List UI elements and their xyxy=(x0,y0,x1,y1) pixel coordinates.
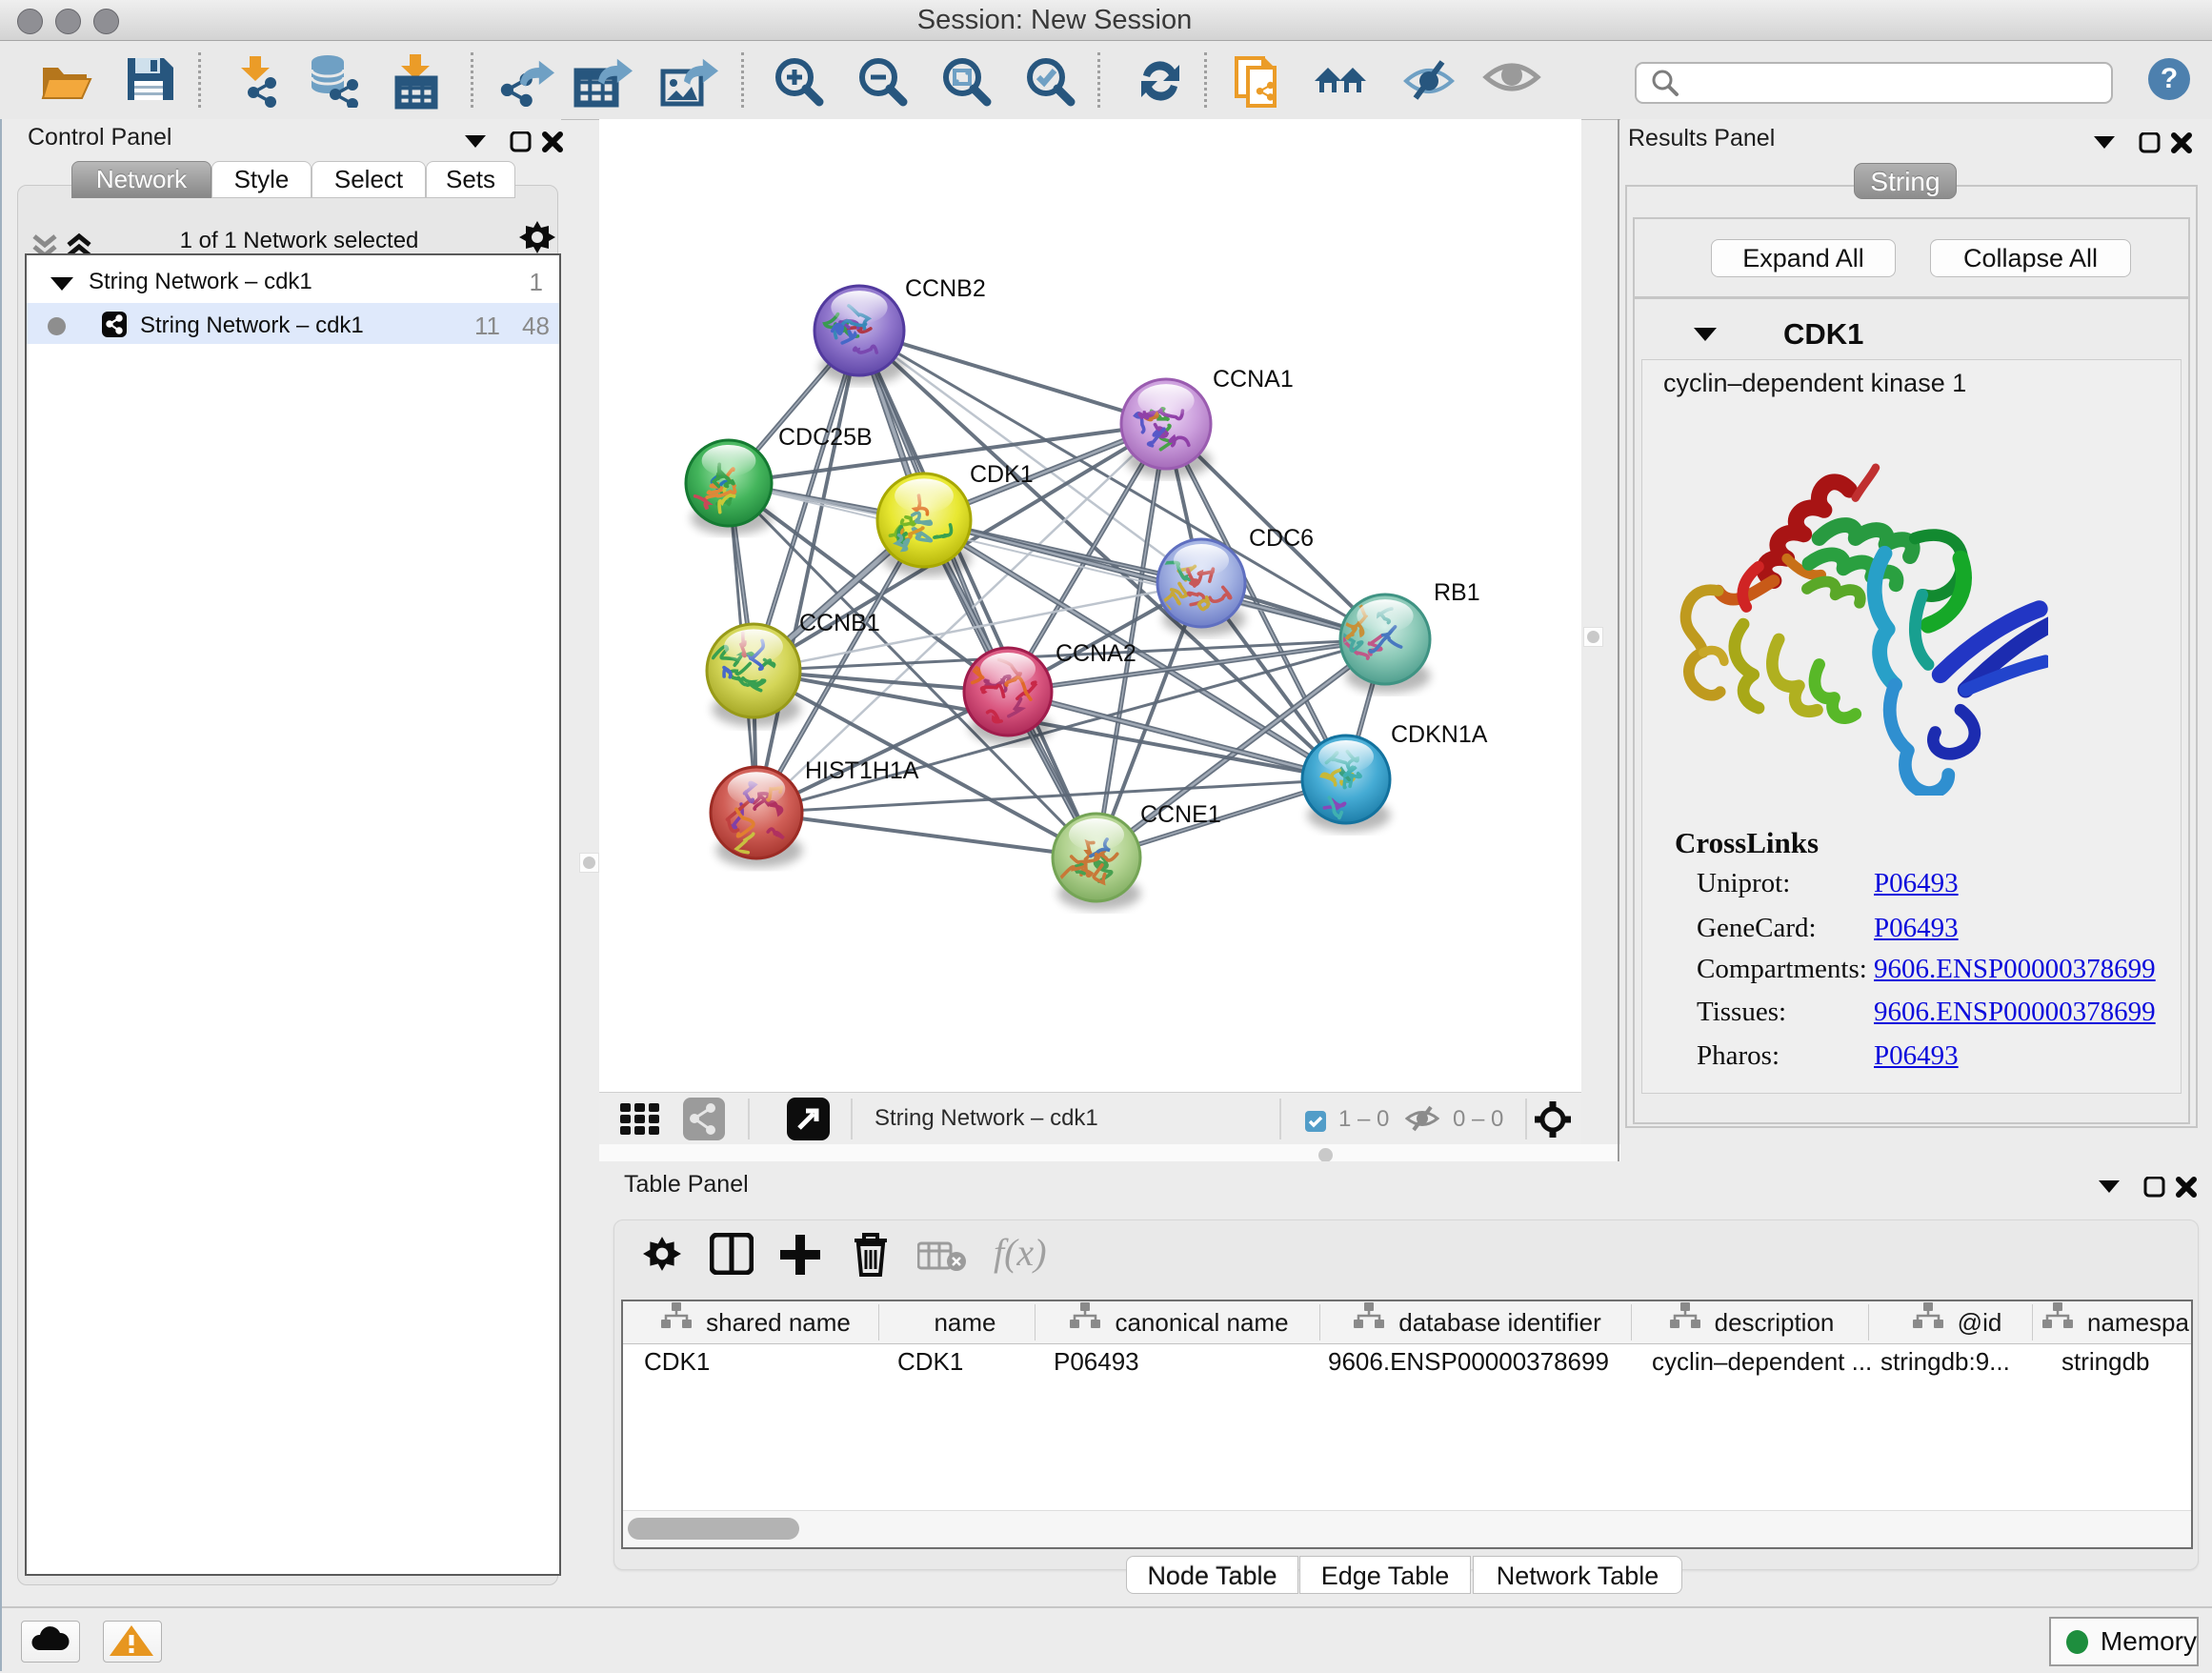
svg-text:CDKN1A: CDKN1A xyxy=(1391,721,1488,748)
svg-text:CDK1: CDK1 xyxy=(970,461,1034,488)
svg-text:CCNB2: CCNB2 xyxy=(905,275,986,302)
svg-text:CCNA1: CCNA1 xyxy=(1213,366,1294,393)
svg-text:RB1: RB1 xyxy=(1434,579,1480,606)
svg-text:CCNA2: CCNA2 xyxy=(1056,640,1136,667)
svg-text:CDC25B: CDC25B xyxy=(778,424,873,451)
svg-text:CCNB1: CCNB1 xyxy=(799,610,880,636)
svg-text:CDC6: CDC6 xyxy=(1249,525,1314,552)
svg-text:CCNE1: CCNE1 xyxy=(1140,801,1221,828)
svg-text:HIST1H1A: HIST1H1A xyxy=(805,757,919,784)
